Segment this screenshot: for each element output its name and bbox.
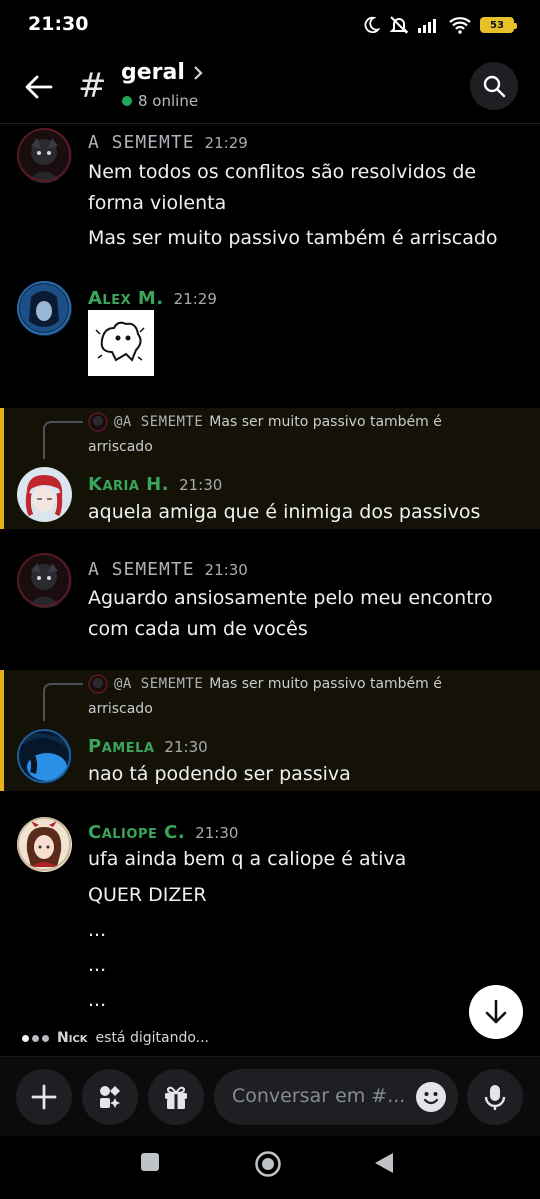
message-text: Mas ser muito passivo também é arriscado: [88, 227, 498, 249]
reply-author: @A SEMEMTE: [114, 676, 204, 692]
reply-text: Mas ser muito passivo também é: [209, 676, 442, 692]
timestamp: 21:30: [195, 824, 239, 842]
timestamp: 21:29: [204, 134, 248, 152]
message-text: ufa ainda bem q a caliope é ativa: [88, 848, 407, 870]
search-icon: [483, 75, 506, 98]
signal-icon: [418, 19, 436, 33]
avatar[interactable]: [17, 128, 72, 183]
message-text: aquela amiga que é inimiga dos passivos: [88, 501, 481, 523]
message-text: ...: [88, 989, 107, 1011]
timestamp: 21:29: [173, 290, 217, 308]
moon-icon: [364, 16, 380, 34]
channel-name: geral: [121, 60, 185, 85]
author-name[interactable]: Alex M.: [88, 288, 164, 309]
author-name[interactable]: Pamela: [88, 736, 154, 757]
online-text: 8 online: [138, 92, 199, 110]
battery-icon: 53: [480, 17, 517, 33]
message-input[interactable]: Conversar em #...: [214, 1069, 458, 1125]
message-list: A SEMEMTE 21:29 Nem todos os conflitos s…: [0, 124, 540, 1024]
reply-avatar: [88, 412, 108, 432]
online-count: 8 online: [122, 92, 198, 110]
chevron-right-icon: [194, 65, 203, 80]
author-name[interactable]: A SEMEMTE: [88, 559, 195, 580]
gift-button[interactable]: [148, 1069, 204, 1125]
reply-preview[interactable]: @A SEMEMTE Mas ser muito passivo também …: [88, 673, 442, 695]
channel-title[interactable]: geral: [121, 60, 203, 85]
typing-user: Nick: [57, 1030, 88, 1046]
channel-hash-icon: #: [78, 66, 107, 106]
message-composer: Conversar em #...: [0, 1056, 540, 1136]
arrow-left-icon: [25, 75, 53, 99]
channel-header: # geral 8 online: [0, 50, 540, 124]
home-button[interactable]: [254, 1150, 282, 1178]
timestamp: 21:30: [204, 561, 248, 579]
system-nav-bar: [0, 1136, 540, 1199]
reply-text-continued: arriscado: [88, 439, 153, 455]
emoji-button[interactable]: [416, 1082, 446, 1112]
home-circle-icon: [255, 1151, 281, 1177]
message-header: A SEMEMTE 21:29: [88, 132, 248, 153]
typing-dots-icon: [22, 1034, 49, 1042]
apps-icon: [100, 1086, 120, 1108]
back-nav-button[interactable]: [374, 1152, 394, 1174]
message-text: Nem todos os conflitos são resolvidos de: [88, 161, 477, 183]
author-name[interactable]: A SEMEMTE: [88, 132, 195, 153]
status-time: 21:30: [28, 13, 89, 35]
apps-button[interactable]: [82, 1069, 138, 1125]
triangle-back-icon: [375, 1153, 393, 1173]
jump-to-bottom-button[interactable]: [469, 985, 523, 1039]
reply-text-continued: arriscado: [88, 701, 153, 717]
message-header: Karia H. 21:30: [88, 474, 222, 495]
avatar[interactable]: [17, 817, 72, 872]
emoji-icon: [423, 1092, 439, 1105]
typing-indicator: Nick está digitando...: [22, 1030, 209, 1046]
reply-preview[interactable]: @A SEMEMTE Mas ser muito passivo também …: [88, 411, 442, 433]
voice-message-button[interactable]: [467, 1069, 523, 1125]
timestamp: 21:30: [164, 738, 208, 756]
back-button[interactable]: [20, 68, 58, 106]
timestamp: 21:30: [179, 476, 223, 494]
avatar[interactable]: [17, 553, 72, 608]
message-text: nao tá podendo ser passiva: [88, 763, 351, 785]
avatar[interactable]: [17, 467, 72, 522]
arrow-down-icon: [485, 999, 507, 1024]
wifi-icon: [449, 17, 471, 34]
recents-button[interactable]: [140, 1152, 160, 1172]
bell-muted-icon: [389, 16, 409, 34]
status-bar: 21:30 53: [0, 0, 540, 50]
author-name[interactable]: Karia H.: [88, 474, 169, 495]
message-text: ...: [88, 954, 107, 976]
online-dot-icon: [122, 96, 132, 106]
avatar[interactable]: [17, 729, 72, 784]
message-text: Aguardo ansiosamente pelo meu encontro: [88, 587, 493, 609]
search-button[interactable]: [470, 62, 518, 110]
message-text: ...: [88, 919, 107, 941]
plus-icon: [31, 1084, 57, 1110]
reply-connector: [43, 421, 83, 459]
status-icons: 53: [362, 14, 517, 36]
sticker-image[interactable]: [88, 310, 154, 376]
attach-button[interactable]: [16, 1069, 72, 1125]
reply-connector: [43, 683, 83, 721]
author-name[interactable]: Caliope C.: [88, 822, 185, 843]
avatar[interactable]: [17, 281, 72, 336]
message-header: Caliope C. 21:30: [88, 822, 238, 843]
typing-text: está digitando...: [95, 1030, 210, 1046]
message-text: forma violenta: [88, 192, 227, 214]
message-input-placeholder: Conversar em #...: [232, 1085, 406, 1107]
message-text: com cada um de vocês: [88, 618, 308, 640]
reply-author: @A SEMEMTE: [114, 414, 204, 430]
message-header: A SEMEMTE 21:30: [88, 559, 248, 580]
message-text: QUER DIZER: [88, 884, 207, 906]
reply-text: Mas ser muito passivo também é: [209, 414, 442, 430]
reply-avatar: [88, 674, 108, 694]
message-header: Alex M. 21:29: [88, 288, 217, 309]
microphone-icon: [484, 1085, 506, 1110]
square-icon: [141, 1153, 159, 1171]
gift-icon: [165, 1086, 187, 1109]
message-header: Pamela 21:30: [88, 736, 208, 757]
